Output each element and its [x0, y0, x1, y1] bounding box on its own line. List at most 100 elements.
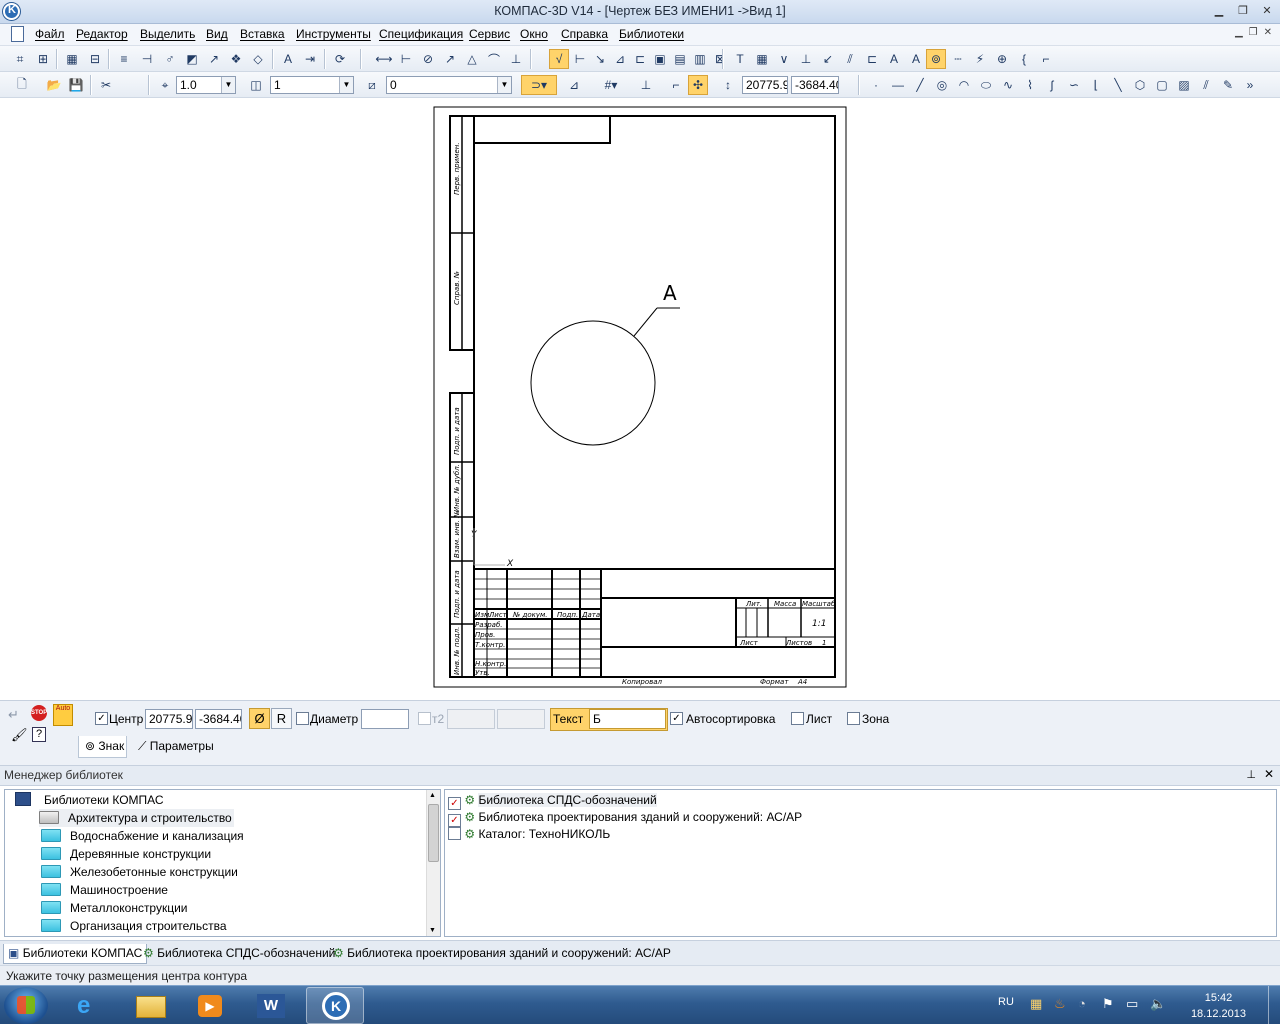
menu-libraries[interactable]: Библиотеки [619, 27, 684, 41]
doc-close-button[interactable]: ✕ [1264, 27, 1272, 38]
cursor-snap-icon[interactable]: ✣ [688, 75, 708, 95]
arc-icon[interactable]: ◠ [954, 75, 974, 95]
tab-spds-library[interactable]: ⚙ Библиотека СПДС-обозначений [139, 944, 339, 964]
tab-as-ar-library[interactable]: ⚙ Библиотека проектирования зданий и соо… [329, 944, 675, 964]
tray-volume-icon[interactable]: 🔈 [1150, 996, 1166, 1012]
round-icon[interactable]: ⌐ [666, 75, 686, 95]
ellipse-icon[interactable]: ⬭ [976, 75, 996, 95]
library-item[interactable]: ✓ ⚙ Библиотека СПДС-обозначений [448, 791, 657, 810]
parametrization-icon[interactable]: ≡ [114, 49, 134, 69]
t2-checkbox[interactable] [418, 712, 431, 725]
start-button[interactable] [4, 987, 48, 1024]
mark-icon[interactable]: ▣ [650, 49, 670, 69]
brush-icon[interactable]: ✎ [1218, 75, 1238, 95]
tolerance-icon[interactable]: ⊏ [630, 49, 650, 69]
drawing-canvas[interactable]: Перв. примен. Справ. № Подп. и дата Инв.… [0, 98, 1280, 696]
rectangle-icon[interactable]: ▢ [1152, 75, 1172, 95]
dashed-icon[interactable]: ┄ [948, 49, 968, 69]
ortho-icon[interactable]: ⊿ [564, 75, 584, 95]
segment-icon[interactable]: ╱ [910, 75, 930, 95]
lightning-icon[interactable]: ⚡ [970, 49, 990, 69]
doc-minimize-button[interactable]: ▁ [1235, 27, 1243, 38]
bezier-icon[interactable]: ʃ [1042, 75, 1062, 95]
position-icon[interactable]: ⊿ [610, 49, 630, 69]
library-item-checkbox[interactable] [448, 827, 461, 840]
center-mark-icon[interactable]: ⊕ [992, 49, 1012, 69]
tray-display-icon[interactable]: ▭ [1126, 996, 1138, 1012]
tab-kompas-libraries[interactable]: ▣ Библиотеки КОМПАС [3, 944, 148, 964]
spec-icon[interactable]: ◩ [182, 49, 202, 69]
radius-mode-button[interactable]: R [271, 708, 292, 729]
menu-view[interactable]: Вид [206, 27, 228, 41]
center-y-field[interactable]: -3684.40 [195, 709, 242, 729]
snap-magnet-icon[interactable]: ⊃▾ [521, 75, 557, 95]
text-tool-icon[interactable]: T [730, 49, 750, 69]
select-icon[interactable]: ♂ [160, 49, 180, 69]
roughness-icon[interactable]: √ [549, 49, 569, 69]
attach-icon[interactable]: ⇥ [300, 49, 320, 69]
spline-icon[interactable]: ∿ [998, 75, 1018, 95]
doc-restore-button[interactable]: ❐ [1249, 27, 1258, 38]
datum-icon[interactable]: ⊥ [796, 49, 816, 69]
height-mark-icon[interactable]: ⊥ [506, 49, 526, 69]
reports-icon[interactable]: ↗ [204, 49, 224, 69]
table-icon[interactable]: ▦ [752, 49, 772, 69]
document-icon[interactable] [11, 26, 24, 42]
enter-icon[interactable]: ↵ [8, 707, 19, 723]
polyline-icon[interactable]: ⌇ [1020, 75, 1040, 95]
menu-insert[interactable]: Вставка [240, 27, 285, 41]
open-folder-icon[interactable]: 📂 [44, 75, 64, 95]
chamfer-icon[interactable]: ⌊ [1086, 75, 1106, 95]
dimension-linear-icon[interactable]: ⟷ [374, 49, 394, 69]
mark2-icon[interactable]: ⫽ [840, 49, 860, 69]
contour-icon[interactable]: ⫽ [1196, 75, 1216, 95]
refresh-icon[interactable]: ⟳ [330, 49, 350, 69]
tree-scrollbar[interactable]: ▲ ▼ [426, 790, 440, 936]
fragments-icon[interactable]: ❖ [226, 49, 246, 69]
label-a-icon[interactable]: A [906, 49, 926, 69]
save-icon[interactable]: 💾 [66, 75, 86, 95]
tree-folder[interactable]: Водоснабжение и канализация [41, 827, 244, 845]
menu-window[interactable]: Окно [520, 27, 548, 41]
leader-icon[interactable]: ↘ [590, 49, 610, 69]
layers-icon[interactable]: ◫ [246, 75, 266, 95]
measure-icon[interactable]: ⊣ [137, 49, 157, 69]
taskbar-kompas-icon[interactable]: K [306, 987, 364, 1024]
rough-icon[interactable]: ∨ [774, 49, 794, 69]
local-cs-icon[interactable]: ⊥ [636, 75, 656, 95]
axis-icon[interactable]: ⊠ [710, 49, 730, 69]
cursor-x-field[interactable]: 20775.9 [742, 76, 788, 94]
point-icon[interactable]: · [866, 75, 886, 95]
library-icon[interactable]: ◇ [248, 49, 268, 69]
view-arrow-icon[interactable]: ▥ [690, 49, 710, 69]
menu-file[interactable]: Файл [35, 27, 65, 41]
tray-java-icon[interactable]: ♨ [1054, 996, 1066, 1012]
tree-folder[interactable]: Машиностроение [41, 881, 168, 899]
tree-folder[interactable]: Организация строительства [41, 917, 227, 935]
arc-dimension-icon[interactable]: ⌒ [484, 49, 504, 69]
scroll-thumb[interactable] [428, 804, 439, 862]
menu-service[interactable]: Сервис [469, 27, 510, 41]
restore-button[interactable]: ❐ [1236, 4, 1250, 18]
cursor-y-field[interactable]: -3684.40 [791, 76, 839, 94]
dimension-radius-icon[interactable]: ↗ [440, 49, 460, 69]
menu-tools[interactable]: Инструменты [296, 27, 371, 41]
taskbar-ie-icon[interactable]: e [62, 987, 120, 1024]
zone-checkbox[interactable] [847, 712, 860, 725]
dimension-auto-icon[interactable]: ⊢ [396, 49, 416, 69]
taskbar-media-icon[interactable]: ▶ [182, 987, 240, 1024]
library-item[interactable]: ⚙ Каталог: ТехноНИКОЛЬ [448, 825, 610, 843]
autosort-checkbox[interactable]: ✓ [670, 712, 683, 725]
xy-icon[interactable]: ↕ [718, 75, 738, 95]
cut-icon[interactable]: ✂ [96, 75, 116, 95]
text-value-field[interactable]: Б [589, 709, 666, 729]
dimensions-icon[interactable]: ⊞ [33, 49, 53, 69]
language-indicator[interactable]: RU [998, 996, 1014, 1008]
hatch-icon[interactable]: ▨ [1174, 75, 1194, 95]
pin-icon[interactable]: ⊥ [1246, 768, 1256, 781]
taskbar-explorer-icon[interactable] [122, 987, 180, 1024]
tray-network-icon[interactable]: ▦ [1030, 996, 1042, 1012]
tree-folder-selected[interactable]: Архитектура и строительство [39, 809, 234, 827]
show-desktop-button[interactable] [1268, 986, 1280, 1024]
grid-icon[interactable]: #▾ [596, 75, 626, 95]
